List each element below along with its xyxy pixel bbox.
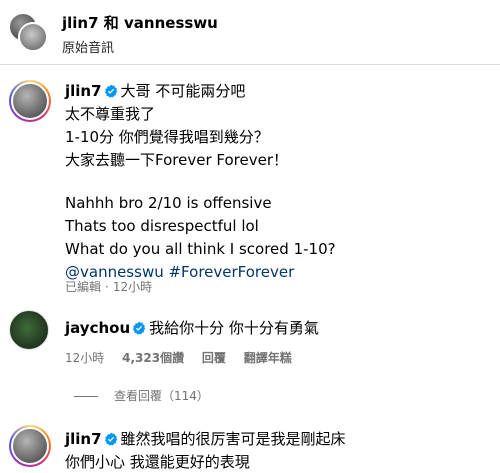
comment-meta: 12小時 4,323個讚 回覆 翻譯年糕 [65,349,306,366]
comment-meta: 已編輯 · 12小時 [65,280,153,294]
comment-avatar-jaychou[interactable] [9,310,49,350]
header-conjunction: 和 [103,14,119,32]
original-audio-link[interactable]: 原始音訊 [62,37,114,56]
comment-avatar-jlin7[interactable] [9,80,51,122]
comment-text-line: 1-10分 你們覺得我唱到幾分？ [65,128,269,146]
comment-username[interactable]: jaychou [65,319,130,337]
edited-label: 已編輯 [65,280,102,294]
conversation-header: jlin7 和 vannesswu 原始音訊 [0,0,500,64]
comment-text-line: 大家去聽一下Forever Forever！ [65,151,288,169]
translate-button[interactable]: 翻譯年糕 [244,351,292,365]
comment-text-line: 大哥 不可能兩分吧 [120,82,246,100]
verified-badge-icon [104,84,117,98]
comment-jlin7-2: jlin7 雖然我唱的很厉害可是我是剛起床 你們小心 我還能更好的表現 [65,428,346,473]
view-replies-label: 查看回覆（114） [114,389,209,403]
comment-text-line: 太不尊重我了 [65,105,156,123]
comment-text-line: Thats too disrespectful lol [65,217,259,235]
comment-username[interactable]: jlin7 [65,82,102,100]
comment-text-line: What do you all think I scored 1-10? [65,240,336,258]
comment-jaychou: jaychou 我給你十分 你十分有勇氣 [65,317,319,340]
comment-jlin7: jlin7 大哥 不可能兩分吧 太不尊重我了 1-10分 你們覺得我唱到幾分？ 大… [65,80,336,284]
comment-text-line: Nahhh bro 2/10 is offensive [65,194,272,212]
comment-time: 12小時 [112,280,153,294]
comment-text-line: 你們小心 我還能更好的表現 [65,453,250,471]
comment-text: 我給你十分 你十分有勇氣 [149,319,319,337]
header-user-1[interactable]: jlin7 [62,14,99,32]
comment-username[interactable]: jlin7 [65,430,102,448]
avatar-vannesswu [18,22,48,52]
view-replies-button[interactable]: 查看回覆（114） [74,387,209,404]
header-divider [0,64,500,65]
comment-text-line: 雖然我唱的很厉害可是我是剛起床 [120,430,346,448]
verified-badge-icon [133,321,146,335]
comment-time: 12小時 [65,351,105,365]
header-user-2[interactable]: vannesswu [124,14,218,32]
verified-badge-icon [104,432,117,446]
reply-button[interactable]: 回覆 [202,351,226,365]
header-title[interactable]: jlin7 和 vannesswu [62,12,218,33]
view-replies-line [74,396,98,397]
comment-avatar-jlin7[interactable] [9,425,51,467]
group-avatar[interactable] [8,12,48,52]
likes-count[interactable]: 4,323個讚 [122,351,184,365]
